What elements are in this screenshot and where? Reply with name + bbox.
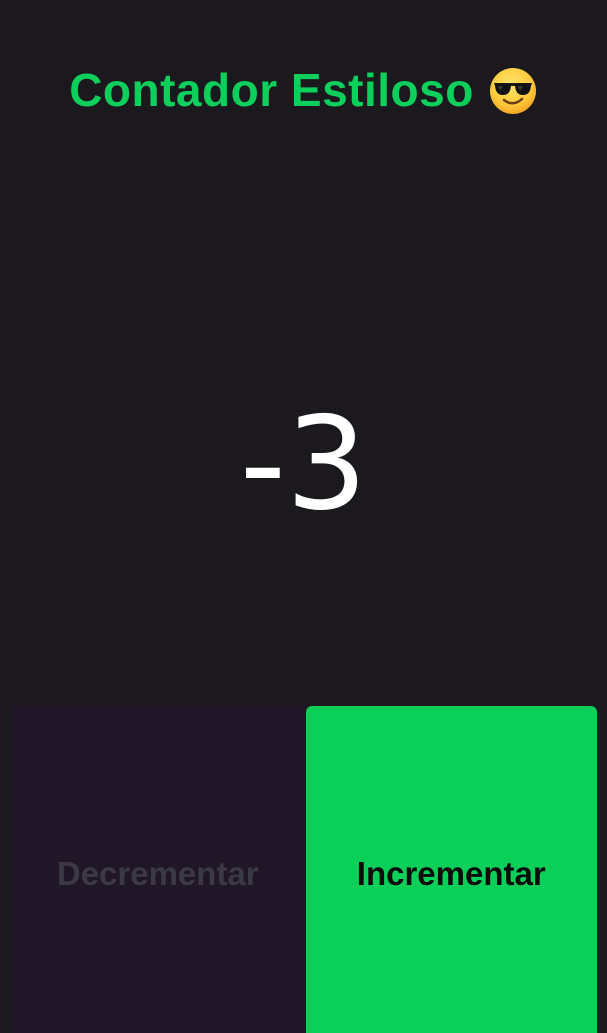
increment-button[interactable]: Incrementar xyxy=(305,706,597,1033)
page-title: Contador Estiloso xyxy=(69,64,474,116)
app-screen: Contador Estiloso -3 Decrementar Increme… xyxy=(0,0,607,1033)
sunglasses-face-icon xyxy=(488,66,538,116)
counter-value: -3 xyxy=(239,390,368,539)
button-bar: Decrementar Incrementar xyxy=(12,706,597,1033)
header: Contador Estiloso xyxy=(0,60,607,120)
decrement-button[interactable]: Decrementar xyxy=(12,706,304,1033)
